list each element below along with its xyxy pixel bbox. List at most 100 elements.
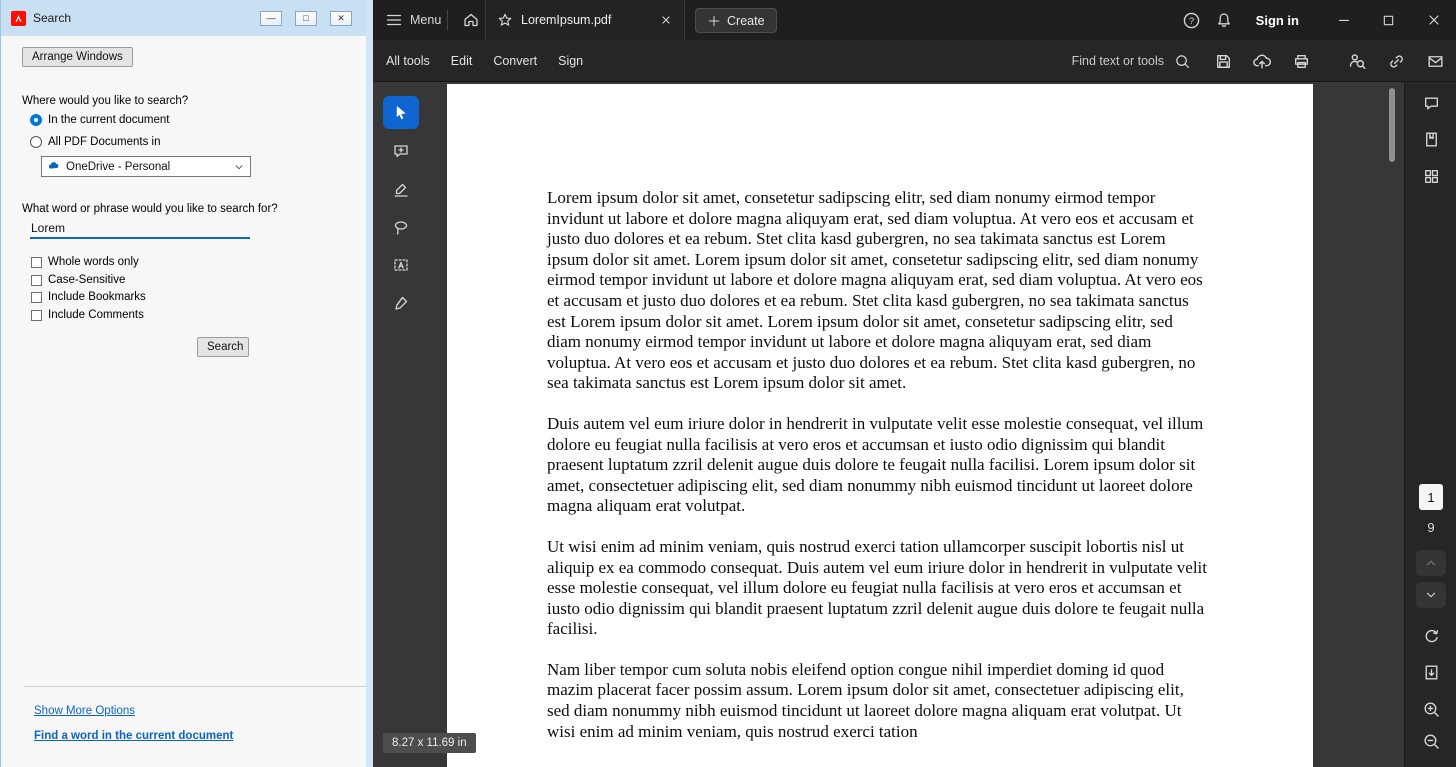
chevron-up-icon bbox=[1426, 560, 1436, 566]
favorite-star-icon[interactable] bbox=[497, 12, 513, 28]
highlight-tool-button[interactable] bbox=[383, 172, 419, 205]
notifications-button[interactable] bbox=[1208, 0, 1240, 40]
arrange-windows-button[interactable]: Arrange Windows bbox=[22, 47, 133, 67]
where-question-label: Where would you like to search? bbox=[22, 95, 189, 107]
add-comment-tool-button[interactable] bbox=[383, 134, 419, 167]
find-placeholder: Find text or tools bbox=[1071, 54, 1164, 68]
checkbox-whole-words[interactable]: Whole words only bbox=[31, 256, 139, 268]
checkbox-box[interactable] bbox=[31, 274, 42, 286]
email-icon bbox=[1427, 55, 1443, 67]
search-window: Search — □ ✕ Arrange Windows Where would… bbox=[0, 0, 373, 767]
export-pdf-button[interactable] bbox=[1405, 663, 1456, 682]
email-button[interactable] bbox=[1420, 46, 1450, 76]
dropdown-value: OneDrive - Personal bbox=[66, 160, 171, 173]
search-submit-button[interactable]: Search bbox=[197, 337, 249, 357]
titlebar-separator bbox=[447, 10, 448, 30]
rotate-page-button[interactable] bbox=[1405, 628, 1456, 647]
find-text-or-tools-search[interactable]: Find text or tools bbox=[1064, 48, 1199, 75]
ai-assistant-button[interactable] bbox=[1342, 46, 1372, 76]
total-pages: 9 bbox=[1405, 520, 1456, 535]
current-page-box[interactable]: 1 bbox=[1405, 484, 1456, 510]
tab-convert[interactable]: Convert bbox=[493, 54, 537, 68]
divider bbox=[24, 686, 366, 687]
checkbox-include-comments[interactable]: Include Comments bbox=[31, 309, 144, 321]
next-page-button[interactable] bbox=[1405, 582, 1456, 608]
page-thumbnails-panel-button[interactable] bbox=[1405, 167, 1456, 186]
onedrive-icon bbox=[48, 162, 59, 169]
help-button[interactable]: ? bbox=[1176, 0, 1208, 40]
acrobat-toolbar: All tools Edit Convert Sign Find text or… bbox=[373, 40, 1456, 82]
zoom-in-icon bbox=[1423, 702, 1439, 717]
tab-close-icon[interactable] bbox=[659, 13, 673, 27]
text-select-icon bbox=[394, 258, 408, 271]
radio-current-label: In the current document bbox=[48, 114, 170, 126]
search-minimize-button[interactable]: — bbox=[260, 10, 282, 26]
radio-button[interactable] bbox=[30, 136, 42, 148]
checkbox-box[interactable] bbox=[31, 256, 42, 268]
search-location-dropdown[interactable]: OneDrive - Personal bbox=[41, 156, 251, 177]
radio-all-pdf-documents[interactable]: All PDF Documents in bbox=[30, 136, 160, 148]
find-word-link[interactable]: Find a word in the current document bbox=[34, 730, 233, 742]
select-text-tool-button[interactable] bbox=[383, 248, 419, 281]
hamburger-icon bbox=[385, 11, 403, 29]
show-more-options-link[interactable]: Show More Options bbox=[34, 705, 135, 717]
window-minimize-button[interactable] bbox=[1321, 0, 1366, 40]
document-tab[interactable]: LoremIpsum.pdf bbox=[485, 0, 685, 40]
checkbox-box[interactable] bbox=[31, 309, 42, 321]
pdf-page-text: Lorem ipsum dolor sit amet, consetetur s… bbox=[547, 188, 1209, 742]
menu-button[interactable]: Menu bbox=[385, 0, 441, 40]
home-button[interactable] bbox=[457, 0, 485, 40]
tab-all-tools[interactable]: All tools bbox=[386, 54, 430, 68]
close-icon bbox=[1428, 15, 1439, 25]
comments-panel-button[interactable] bbox=[1405, 94, 1456, 113]
sign-in-button[interactable]: Sign in bbox=[1256, 13, 1299, 28]
radio-current-document[interactable]: In the current document bbox=[30, 114, 169, 126]
search-close-button[interactable]: ✕ bbox=[330, 10, 352, 26]
create-label: Create bbox=[727, 13, 765, 28]
home-icon bbox=[464, 13, 478, 27]
paragraph: Duis autem vel eum iriure dolor in hendr… bbox=[547, 413, 1204, 516]
lasso-tool-button[interactable] bbox=[383, 210, 419, 243]
titlebar-right: ? Sign in bbox=[1176, 0, 1456, 40]
zoom-out-button[interactable] bbox=[1405, 732, 1456, 751]
grid-icon bbox=[1424, 170, 1438, 183]
ai-assistant-icon bbox=[1349, 54, 1366, 69]
comment-bubble-icon bbox=[1424, 97, 1438, 110]
tab-sign[interactable]: Sign bbox=[558, 54, 583, 68]
checkbox-box[interactable] bbox=[31, 291, 42, 303]
search-term-input[interactable] bbox=[30, 219, 250, 239]
checkbox-case-sensitive[interactable]: Case-Sensitive bbox=[31, 274, 125, 286]
toolbar-right: Find text or tools bbox=[1064, 40, 1450, 82]
lasso-icon bbox=[394, 220, 408, 235]
save-button[interactable] bbox=[1208, 46, 1238, 76]
share-link-button[interactable] bbox=[1381, 46, 1411, 76]
print-button[interactable] bbox=[1286, 46, 1316, 76]
search-window-titlebar[interactable]: Search — □ ✕ bbox=[1, 0, 366, 36]
tab-edit[interactable]: Edit bbox=[451, 54, 473, 68]
quick-tools-rail bbox=[379, 96, 423, 319]
cloud-upload-button[interactable] bbox=[1247, 46, 1277, 76]
export-page-icon bbox=[1425, 665, 1437, 680]
current-page-number[interactable]: 1 bbox=[1419, 484, 1443, 510]
vertical-scrollbar[interactable] bbox=[1389, 88, 1395, 162]
checkbox-include-bookmarks[interactable]: Include Bookmarks bbox=[31, 291, 146, 303]
select-tool-button[interactable] bbox=[383, 96, 419, 129]
window-maximize-button[interactable] bbox=[1366, 0, 1411, 40]
window-close-button[interactable] bbox=[1411, 0, 1456, 40]
bookmarks-panel-button[interactable] bbox=[1405, 130, 1456, 149]
radio-button-selected[interactable] bbox=[30, 114, 42, 126]
paragraph: Lorem ipsum dolor sit amet, consetetur s… bbox=[547, 188, 1203, 393]
save-icon bbox=[1216, 54, 1230, 68]
search-maximize-button[interactable]: □ bbox=[295, 10, 317, 26]
previous-page-button[interactable] bbox=[1405, 550, 1456, 576]
print-icon bbox=[1294, 54, 1308, 68]
cloud-upload-icon bbox=[1253, 54, 1272, 69]
maximize-icon bbox=[1383, 15, 1394, 25]
highlighter-icon bbox=[394, 183, 408, 197]
chevron-down-icon bbox=[235, 164, 243, 169]
bookmark-page-icon bbox=[1425, 132, 1437, 147]
zoom-in-button[interactable] bbox=[1405, 700, 1456, 719]
fill-sign-tool-button[interactable] bbox=[383, 286, 419, 319]
chevron-down-icon bbox=[1426, 592, 1436, 598]
create-button[interactable]: Create bbox=[695, 8, 777, 33]
